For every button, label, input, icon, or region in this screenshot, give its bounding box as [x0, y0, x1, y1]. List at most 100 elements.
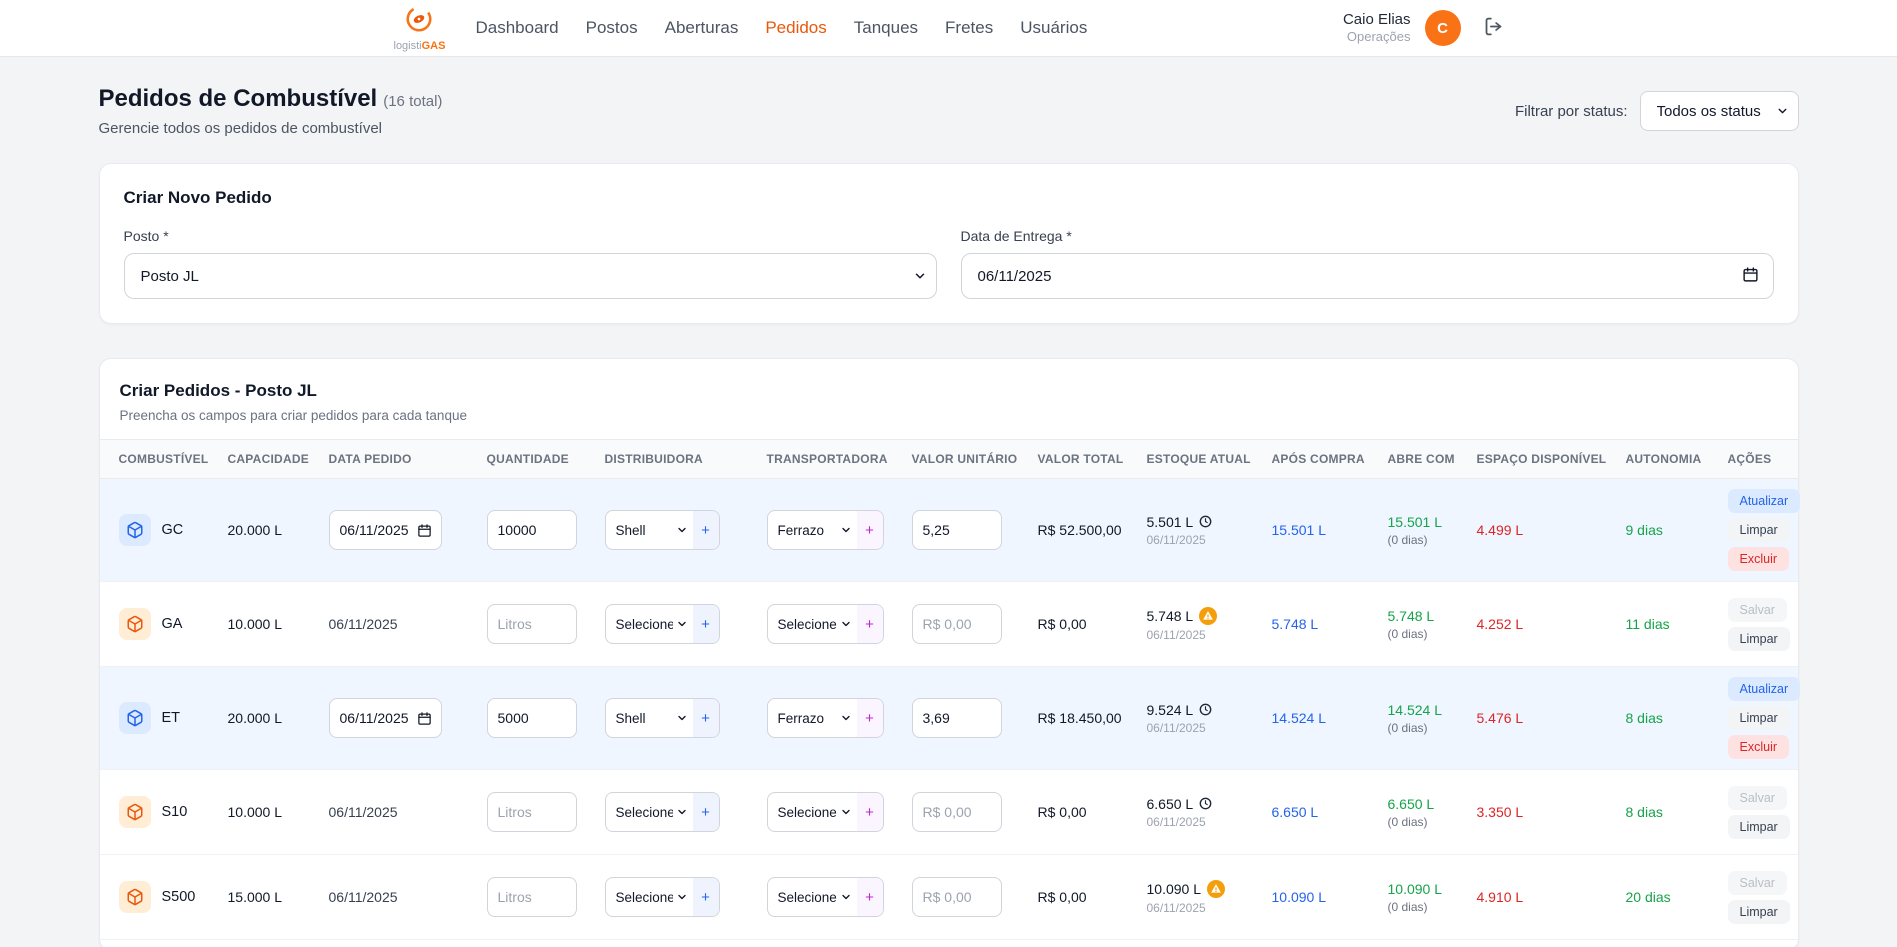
nav-item-dashboard[interactable]: Dashboard — [475, 18, 558, 38]
quantity-input[interactable] — [487, 604, 577, 644]
status-filter-label: Filtrar por status: — [1515, 103, 1628, 120]
nav-item-pedidos[interactable]: Pedidos — [765, 18, 826, 38]
calendar-icon — [1742, 266, 1759, 287]
after-purchase-value: 6.650 L — [1272, 804, 1388, 820]
after-purchase-value: 14.524 L — [1272, 710, 1388, 726]
clear-button[interactable]: Limpar — [1728, 627, 1790, 651]
add-carrier-button[interactable]: + — [857, 605, 883, 643]
clear-button[interactable]: Limpar — [1728, 518, 1790, 542]
unit-value-input[interactable] — [912, 792, 1002, 832]
quantity-input[interactable] — [487, 877, 577, 917]
add-distributor-button[interactable]: + — [693, 793, 719, 831]
table-row: S10 10.000 L 06/11/2025 Selecione + — [100, 770, 1798, 855]
column-header: TRANSPORTADORA — [767, 452, 912, 466]
create-order-card: Criar Novo Pedido Posto * Posto JL Data … — [99, 163, 1799, 324]
column-header: CAPACIDADE — [228, 452, 329, 466]
add-carrier-button[interactable]: + — [857, 699, 883, 737]
stock-value: 5.501 L — [1147, 514, 1194, 530]
logo-swirl-icon — [404, 4, 434, 39]
unit-value-input[interactable] — [912, 604, 1002, 644]
autonomy-value: 8 dias — [1626, 804, 1728, 820]
stock-value: 9.524 L — [1147, 702, 1194, 718]
column-header: DATA PEDIDO — [329, 452, 487, 466]
carrier-select[interactable]: Selecione — [768, 793, 857, 831]
capacity-value: 15.000 L — [228, 889, 283, 905]
carrier-select[interactable]: Selecione — [768, 878, 857, 916]
available-space-value: 3.350 L — [1477, 804, 1626, 820]
update-button[interactable]: Atualizar — [1728, 489, 1801, 513]
orders-table-body: GC 20.000 L 06/11/2025 Shell + — [100, 479, 1798, 940]
clear-button[interactable]: Limpar — [1728, 815, 1790, 839]
nav-item-usuarios[interactable]: Usuários — [1020, 18, 1087, 38]
order-date-input[interactable]: 06/11/2025 — [329, 698, 442, 738]
status-filter-select[interactable]: Todos os status — [1640, 91, 1799, 131]
carrier-select[interactable]: Ferrazo — [768, 699, 857, 737]
table-row: S500 15.000 L 06/11/2025 Selecione + — [100, 855, 1798, 940]
delivery-date-input[interactable]: 06/11/2025 — [961, 253, 1774, 299]
package-icon — [126, 709, 144, 727]
unit-value-input[interactable] — [912, 877, 1002, 917]
quantity-input[interactable] — [487, 698, 577, 738]
opens-with-value: 5.748 L — [1388, 608, 1469, 624]
distributor-select[interactable]: Shell — [606, 511, 693, 549]
capacity-cell: 20.000 L — [228, 522, 329, 538]
carrier-select[interactable]: Selecione — [768, 605, 857, 643]
table-row: GC 20.000 L 06/11/2025 Shell + — [100, 479, 1798, 582]
row-actions: Salvar Limpar — [1728, 871, 1798, 924]
orders-card: Criar Pedidos - Posto JL Preencha os cam… — [99, 358, 1799, 947]
carrier-select[interactable]: Ferrazo — [768, 511, 857, 549]
fuel-code: ET — [162, 710, 181, 726]
package-icon — [126, 803, 144, 821]
update-button[interactable]: Atualizar — [1728, 677, 1801, 701]
order-date-text: 06/11/2025 — [329, 804, 398, 820]
fuel-type-badge — [119, 514, 151, 546]
unit-value-input[interactable] — [912, 510, 1002, 550]
distributor-select[interactable]: Selecione — [606, 793, 693, 831]
stock-date: 06/11/2025 — [1147, 721, 1264, 735]
distributor-select[interactable]: Shell — [606, 699, 693, 737]
add-distributor-button[interactable]: + — [693, 878, 719, 916]
clear-button[interactable]: Limpar — [1728, 706, 1790, 730]
nav-item-tanques[interactable]: Tanques — [854, 18, 918, 38]
fuel-type-badge — [119, 881, 151, 913]
quantity-input[interactable] — [487, 792, 577, 832]
posto-select[interactable]: Posto JL — [124, 253, 937, 299]
column-header: APÓS COMPRA — [1272, 452, 1388, 466]
clear-button[interactable]: Limpar — [1728, 900, 1790, 924]
total-count-badge: (16 total) — [383, 93, 442, 110]
delete-button[interactable]: Excluir — [1728, 735, 1790, 759]
add-carrier-button[interactable]: + — [857, 793, 883, 831]
row-actions: Atualizar Limpar Excluir — [1728, 677, 1798, 759]
clock-icon — [1199, 515, 1212, 528]
delivery-date-label: Data de Entrega * — [961, 228, 1774, 244]
row-actions: Salvar Limpar — [1728, 598, 1798, 651]
save-button[interactable]: Salvar — [1728, 871, 1787, 895]
avatar[interactable]: C — [1425, 10, 1461, 46]
save-button[interactable]: Salvar — [1728, 786, 1787, 810]
save-button[interactable]: Salvar — [1728, 598, 1787, 622]
available-space-value: 4.910 L — [1477, 889, 1626, 905]
add-carrier-button[interactable]: + — [857, 878, 883, 916]
order-date-input[interactable]: 06/11/2025 — [329, 510, 442, 550]
unit-value-input[interactable] — [912, 698, 1002, 738]
add-distributor-button[interactable]: + — [693, 511, 719, 549]
distributor-select[interactable]: Selecione — [606, 878, 693, 916]
available-space-value: 4.252 L — [1477, 616, 1626, 632]
nav-item-fretes[interactable]: Fretes — [945, 18, 993, 38]
nav-item-postos[interactable]: Postos — [586, 18, 638, 38]
orders-card-title: Criar Pedidos - Posto JL — [120, 381, 1778, 401]
logout-button[interactable] — [1483, 16, 1504, 40]
fuel-code: S10 — [162, 804, 188, 820]
opens-with-value: 6.650 L — [1388, 796, 1469, 812]
quantity-input[interactable] — [487, 510, 577, 550]
add-carrier-button[interactable]: + — [857, 511, 883, 549]
opens-with-note: (0 dias) — [1388, 533, 1469, 547]
distributor-select[interactable]: Selecione — [606, 605, 693, 643]
date-input-value: 06/11/2025 — [340, 522, 409, 538]
add-distributor-button[interactable]: + — [693, 699, 719, 737]
delete-button[interactable]: Excluir — [1728, 547, 1790, 571]
page-title: Pedidos de Combustível(16 total) — [99, 85, 443, 113]
total-value: R$ 0,00 — [1038, 889, 1147, 905]
add-distributor-button[interactable]: + — [693, 605, 719, 643]
nav-item-aberturas[interactable]: Aberturas — [665, 18, 739, 38]
